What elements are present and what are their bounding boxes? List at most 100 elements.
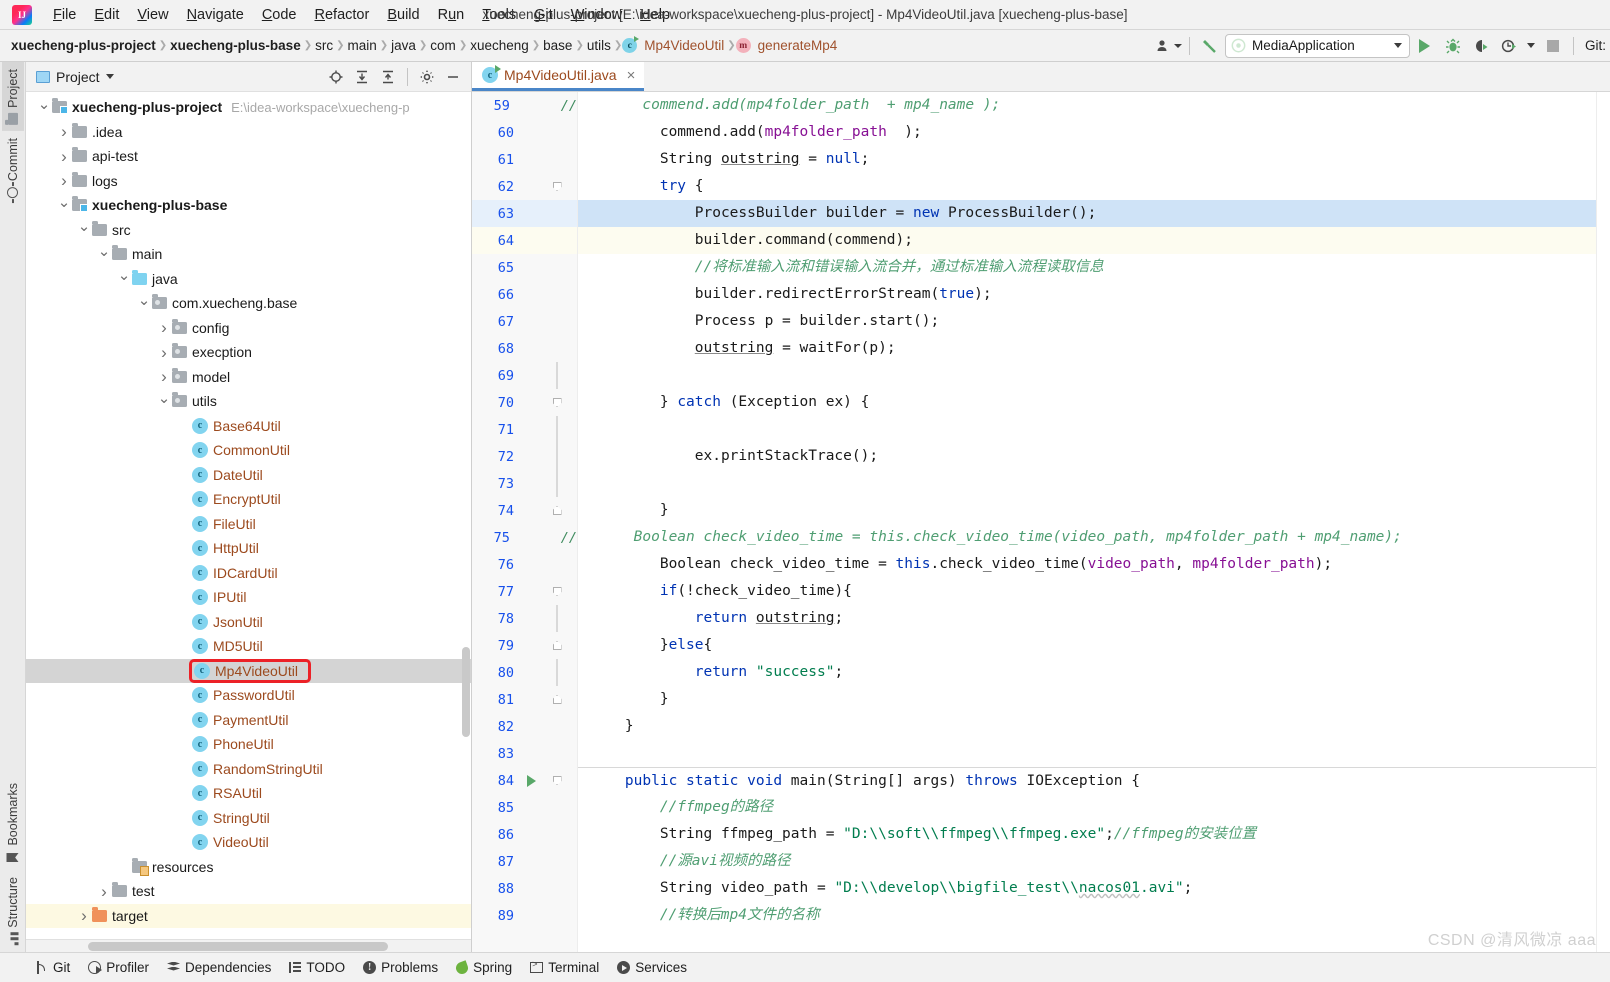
code-line-61[interactable]: String outstring = null; [578,146,1596,173]
build-hammer-icon[interactable] [1197,34,1223,58]
code-line-69[interactable] [578,362,1596,389]
chevron-down-icon[interactable] [116,271,132,286]
chevron-down-icon[interactable] [76,222,92,237]
code-fold-icon[interactable] [544,182,570,191]
tree-item-resources[interactable]: resources [26,855,471,880]
close-icon[interactable]: × [627,67,636,84]
breadcrumb-item-generatemp4[interactable]: m generateMp4 [735,37,841,54]
stop-button[interactable] [1540,34,1566,58]
tree-item-rsautil[interactable]: c RSAUtil [26,781,471,806]
gutter-line-67[interactable]: 67 [472,308,577,335]
code-line-67[interactable]: Process p = builder.start(); [578,308,1596,335]
chevron-down-icon[interactable] [56,198,72,213]
code-line-73[interactable] [578,470,1596,497]
code-line-80[interactable]: return "success"; [578,659,1596,686]
code-line-68[interactable]: outstring = waitFor(p); [578,335,1596,362]
menu-item-refactor[interactable]: Refactor [306,3,379,27]
code-line-60[interactable]: commend.add(mp4folder_path ); [578,119,1596,146]
settings-gear-icon[interactable] [415,66,439,88]
tree-item-dateutil[interactable]: c DateUtil [26,463,471,488]
editor-gutter[interactable]: 59 // 60 61 62 63 64 65 66 67 68 69 70 71 72 73 74 75 // 76… [472,92,578,952]
tree-item-java[interactable]: java [26,267,471,292]
gutter-line-80[interactable]: 80 [472,659,577,686]
code-line-76[interactable]: Boolean check_video_time = this.check_vi… [578,551,1596,578]
gutter-line-74[interactable]: 74 [472,497,577,524]
breadcrumb-item-utils[interactable]: utils [584,37,614,54]
code-fold-icon[interactable] [544,470,570,497]
scrollbar-thumb[interactable] [88,942,388,951]
run-button[interactable] [1412,34,1438,58]
tree-item-base64util[interactable]: c Base64Util [26,414,471,439]
tree-item-videoutil[interactable]: c VideoUtil [26,830,471,855]
tree-item-execption[interactable]: execption [26,340,471,365]
status-bar-item-terminal[interactable]: Terminal [524,957,611,978]
code-area[interactable]: commend.add(mp4folder_path + mp4_name );… [578,92,1596,952]
tree-item-idcardutil[interactable]: c IDCardUtil [26,561,471,586]
code-line-70[interactable]: } catch (Exception ex) { [578,389,1596,416]
chevron-right-icon[interactable] [156,319,172,336]
tree-item-passwordutil[interactable]: c PasswordUtil [26,683,471,708]
gutter-line-81[interactable]: 81 [472,686,577,713]
gutter-line-70[interactable]: 70 [472,389,577,416]
gutter-line-84[interactable]: 84 [472,767,577,794]
tree-item-logs[interactable]: logs [26,169,471,194]
breadcrumb-item-mp4videoutil[interactable]: c Mp4VideoUtil [622,36,727,54]
code-line-75[interactable]: Boolean check_video_time = this.check_vi… [578,524,1596,551]
chevron-right-icon[interactable] [56,172,72,189]
gutter-line-64[interactable]: 64 [472,227,577,254]
profiler-button[interactable] [1496,34,1522,58]
profiler-dropdown-icon[interactable] [1524,34,1538,58]
code-fold-icon[interactable] [544,416,570,443]
sidebar-tab-bookmarks[interactable]: Bookmarks [2,776,24,871]
code-line-64[interactable]: builder.command(commend); [578,227,1596,254]
tree-item-phoneutil[interactable]: c PhoneUtil [26,732,471,757]
code-line-86[interactable]: String ffmpeg_path = "D:\\soft\\ffmpeg\\… [578,821,1596,848]
breadcrumb-item-base[interactable]: base [540,37,575,54]
tree-item-com-xuecheng-base[interactable]: com.xuecheng.base [26,291,471,316]
expand-all-icon[interactable] [350,66,374,88]
gutter-line-87[interactable]: 87 [472,848,577,875]
breadcrumb-item-xuecheng[interactable]: xuecheng [467,37,532,54]
code-fold-icon[interactable] [544,587,570,596]
code-line-89[interactable]: //转换后mp4文件的名称 [578,902,1596,929]
breadcrumb-item-xuecheng-plus-project[interactable]: xuecheng-plus-project [8,37,159,54]
project-tree[interactable]: xuecheng-plus-project E:\idea-workspace\x… [26,92,471,939]
hide-panel-icon[interactable] [441,66,465,88]
gutter-line-60[interactable]: 60 [472,119,577,146]
code-line-81[interactable]: } [578,686,1596,713]
menu-item-edit[interactable]: Edit [85,3,128,27]
project-tree-vertical-scrollbar[interactable] [462,647,470,737]
code-line-83[interactable] [578,740,1596,767]
chevron-right-icon[interactable] [76,907,92,924]
chevron-down-icon[interactable] [96,247,112,262]
tree-item-httputil[interactable]: c HttpUtil [26,536,471,561]
gutter-line-68[interactable]: 68 [472,335,577,362]
code-line-72[interactable]: ex.printStackTrace(); [578,443,1596,470]
status-bar-item-dependencies[interactable]: Dependencies [161,957,283,978]
run-gutter-icon[interactable] [518,774,544,787]
tree-item-target[interactable]: target [26,903,471,928]
status-bar-item-problems[interactable]: ! Problems [357,957,450,978]
sidebar-tab-commit[interactable]: Commit [2,131,24,205]
chevron-right-icon[interactable] [156,344,172,361]
breadcrumb-item-src[interactable]: src [312,37,336,54]
status-bar-item-todo[interactable]: TODO [283,957,357,978]
tree-item-xuecheng-plus-project[interactable]: xuecheng-plus-project E:\idea-workspace\x… [26,95,471,120]
editor-tab-mp4videoutil[interactable]: c Mp4VideoUtil.java × [472,62,645,91]
gutter-line-89[interactable]: 89 [472,902,577,929]
gutter-line-79[interactable]: 79 [472,632,577,659]
code-fold-icon[interactable] [544,776,570,785]
project-tree-horizontal-scrollbar[interactable] [26,939,471,952]
tree-item-paymentutil[interactable]: c PaymentUtil [26,708,471,733]
status-bar-item-spring[interactable]: Spring [450,957,524,978]
status-bar-item-profiler[interactable]: Profiler [82,957,161,978]
code-fold-icon[interactable] [544,659,570,686]
tree-item-stringutil[interactable]: c StringUtil [26,806,471,831]
menu-item-build[interactable]: Build [378,3,428,27]
menu-item-navigate[interactable]: Navigate [178,3,253,27]
breadcrumb-item-com[interactable]: com [427,37,459,54]
breadcrumb-item-main[interactable]: main [344,37,379,54]
code-line-65[interactable]: //将标准输入流和错误输入流合并，通过标准输入流程读取信息 [578,254,1596,281]
gutter-line-65[interactable]: 65 [472,254,577,281]
tree-item-fileutil[interactable]: c FileUtil [26,512,471,537]
